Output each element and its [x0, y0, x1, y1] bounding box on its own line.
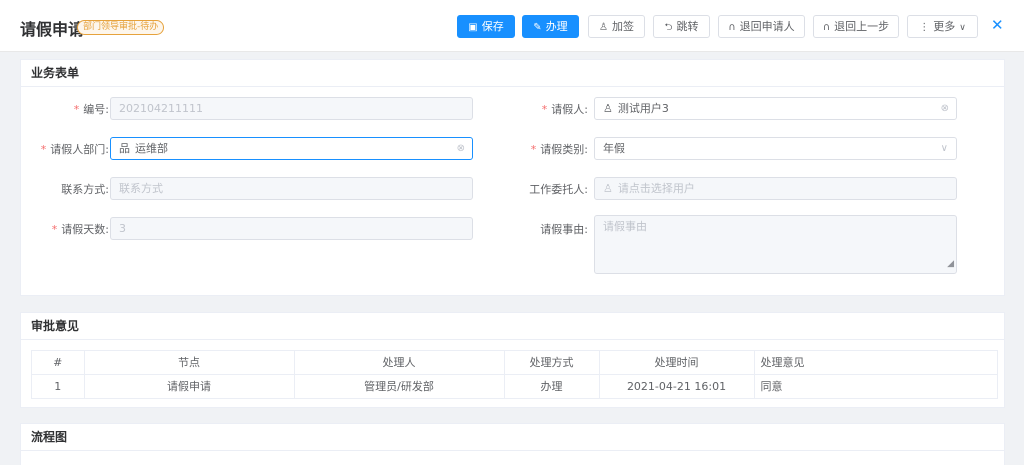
contact-field[interactable]: 联系方式 [110, 177, 473, 200]
save-button[interactable]: ▣ 保存 [457, 15, 515, 38]
days-field[interactable]: 3 [110, 217, 473, 240]
section-title: 流程图 [21, 424, 1004, 451]
clear-icon[interactable]: ⊗ [457, 138, 465, 159]
column-header: 节点 [84, 351, 295, 375]
more-icon: ⋮ [919, 22, 930, 33]
save-icon: ▣ [468, 22, 478, 33]
clear-icon[interactable]: ⊗ [941, 98, 949, 119]
dept-label: * 请假人部门: [40, 143, 109, 156]
status-badge: 部门领导审批-待办 [77, 20, 165, 35]
number-field[interactable]: 202104211111 [110, 97, 473, 120]
chevron-down-icon: ∨ [959, 23, 966, 33]
business-form-card: 业务表单 * 编号: 202104211111 * 请假人: ♙ 测试用户3 ⊗ * 请… [20, 59, 1005, 296]
column-header: # [32, 351, 85, 375]
edit-icon: ✎ [533, 22, 542, 33]
return-icon: ∩ [728, 22, 736, 33]
user-icon: ♙ [599, 22, 608, 33]
approval-card: 审批意见 # 节点 处理人 处理方式 处理时间 处理意见 1 请假申请 管理员/… [20, 312, 1005, 408]
return-applicant-button[interactable]: ∩ 退回申请人 [718, 15, 805, 38]
page-title: 请假申请 [20, 20, 85, 39]
days-label: * 请假天数: [51, 223, 109, 236]
more-button[interactable]: ⋮ 更多 ∨ [907, 15, 978, 38]
org-icon: 品 [119, 142, 130, 155]
chevron-down-icon: ∨ [940, 143, 948, 154]
jump-button[interactable]: ⮌ 跳转 [653, 15, 710, 38]
approval-table: # 节点 处理人 处理方式 处理时间 处理意见 1 请假申请 管理员/研发部 办… [31, 350, 998, 399]
row-time: 2021-04-21 16:01 [599, 374, 755, 398]
leave-type-label: * 请假类别: [530, 143, 588, 156]
dept-field[interactable]: 品运维部 ⊗ [110, 137, 473, 160]
column-header: 处理意见 [754, 351, 997, 375]
reason-textarea[interactable]: 请假事由 ◢ [594, 215, 957, 274]
row-opinion: 同意 [760, 380, 783, 394]
delegate-label: 工作委托人: [529, 183, 588, 196]
user-icon: ♙ [603, 182, 613, 195]
row-method: 办理 [504, 374, 600, 398]
row-handler: 管理员/研发部 [294, 374, 505, 398]
delegate-field[interactable]: ♙ 请点击选择用户 [594, 177, 957, 200]
resize-handle-icon[interactable]: ◢ [947, 255, 954, 273]
row-node: 请假申请 [84, 374, 295, 398]
table-header-row: # 节点 处理人 处理方式 处理时间 处理意见 [32, 351, 997, 375]
handle-button[interactable]: ✎ 办理 [522, 15, 579, 38]
return-previous-button[interactable]: ∩ 退回上一步 [813, 15, 899, 38]
section-title: 审批意见 [21, 313, 1004, 340]
return-icon: ∩ [822, 22, 831, 33]
table-row: 1 请假申请 管理员/研发部 办理 2021-04-21 16:01 同意 [32, 374, 997, 398]
top-bar: 请假申请 部门领导审批-待办 ▣ 保存 ✎ 办理 ♙ 加签 ⮌ 跳转 ∩ 退回申请人 ∩ 退… [0, 0, 1024, 52]
row-index: 1 [32, 374, 85, 398]
number-label: * 编号: [73, 103, 109, 116]
applicant-field[interactable]: ♙ 测试用户3 ⊗ [594, 97, 957, 120]
close-icon[interactable]: ✕ [991, 16, 1004, 34]
column-header: 处理人 [294, 351, 505, 375]
user-icon: ♙ [603, 102, 613, 115]
column-header: 处理方式 [504, 351, 600, 375]
leave-type-select[interactable]: 年假 ∨ [594, 137, 957, 160]
flow-chart-card: 流程图 [20, 423, 1005, 465]
jump-icon: ⮌ [664, 22, 673, 33]
section-title: 业务表单 [21, 60, 1004, 87]
column-header: 处理时间 [599, 351, 755, 375]
applicant-label: * 请假人: [541, 103, 588, 116]
add-sign-button[interactable]: ♙ 加签 [588, 15, 645, 38]
contact-label: 联系方式: [61, 183, 109, 196]
reason-label: 请假事由: [540, 223, 588, 236]
